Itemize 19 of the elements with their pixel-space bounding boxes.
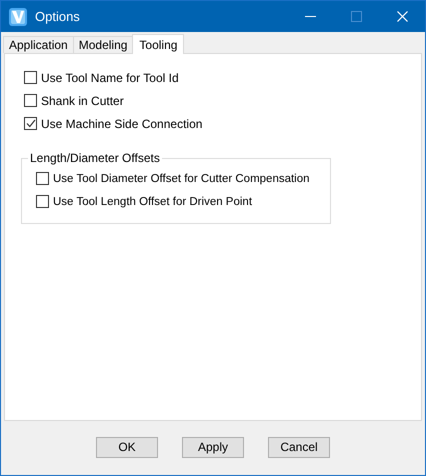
checkbox-label: Shank in Cutter [41, 94, 124, 108]
tab[interactable]: Modeling [72, 36, 134, 53]
checkbox-label: Use Tool Diameter Offset for Cutter Compensation [53, 172, 310, 184]
tab[interactable]: Tooling [132, 34, 184, 54]
checkbox-label: Use Tool Length Offset for Driven Point [53, 196, 252, 208]
window-title: Options [35, 9, 81, 24]
dialog-button[interactable]: Cancel [268, 436, 330, 458]
checkbox[interactable] [24, 94, 37, 107]
checkbox-label: Use Machine Side Connection [41, 116, 202, 130]
logo-icon [9, 8, 27, 26]
checkbox[interactable] [36, 195, 49, 208]
dialog-button[interactable]: Apply [182, 436, 244, 458]
checkbox[interactable] [36, 172, 49, 185]
checkbox[interactable] [24, 117, 37, 130]
tab[interactable]: Application [3, 36, 74, 53]
dialog-button[interactable]: OK [96, 436, 158, 458]
group-title: Length/Diameter Offsets [28, 151, 162, 165]
checkbox-label: Use Tool Name for Tool Id [41, 70, 179, 84]
checkbox[interactable] [24, 71, 37, 84]
